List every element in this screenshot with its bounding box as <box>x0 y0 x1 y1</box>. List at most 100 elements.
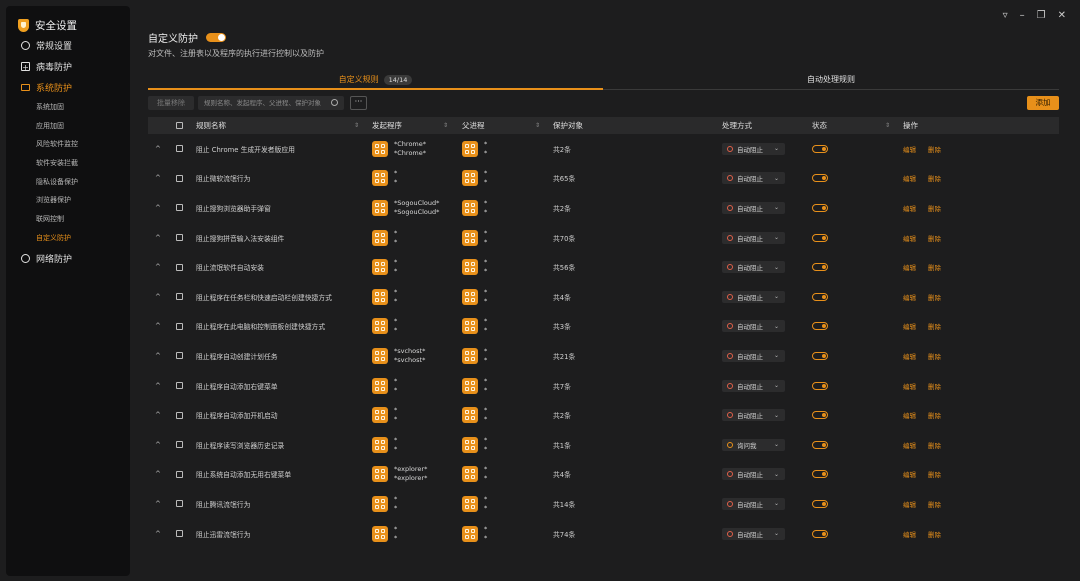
sidebar-subitem[interactable]: 系统加固 <box>6 98 130 117</box>
protection-target[interactable]: 共70条 <box>553 223 575 253</box>
delete-link[interactable]: 删除 <box>928 134 941 164</box>
rule-enable-toggle[interactable] <box>812 322 828 331</box>
edit-link[interactable]: 编辑 <box>903 430 916 460</box>
row-checkbox[interactable] <box>176 430 183 460</box>
tab-custom-rules[interactable]: 自定义规则 14/14 <box>148 72 603 90</box>
protection-target[interactable]: 共65条 <box>553 164 575 194</box>
delete-link[interactable]: 删除 <box>928 252 941 282</box>
row-checkbox[interactable] <box>176 371 183 401</box>
row-checkbox[interactable] <box>176 400 183 430</box>
expand-chevron-icon[interactable]: ^ <box>155 519 161 549</box>
edit-link[interactable]: 编辑 <box>903 519 916 549</box>
sort-icon[interactable]: ⇕ <box>885 117 890 134</box>
protection-target[interactable]: 共14条 <box>553 489 575 519</box>
mode-dropdown[interactable]: 自动阻止 ⌄ <box>722 497 785 510</box>
edit-link[interactable]: 编辑 <box>903 312 916 342</box>
protection-target[interactable]: 共2条 <box>553 134 571 164</box>
expand-chevron-icon[interactable]: ^ <box>155 193 161 223</box>
delete-link[interactable]: 删除 <box>928 460 941 490</box>
sidebar-item[interactable]: + 病毒防护 <box>6 56 130 77</box>
search-input[interactable] <box>204 99 324 107</box>
sidebar-subitem[interactable]: 浏览器保护 <box>6 191 130 210</box>
row-checkbox[interactable] <box>176 282 183 312</box>
sidebar-item[interactable]: 常规设置 <box>6 35 130 56</box>
sidebar-subitem[interactable]: 隐私设备保护 <box>6 173 130 192</box>
rule-enable-toggle[interactable] <box>812 499 828 508</box>
mode-dropdown[interactable]: 自动阻止 ⌄ <box>722 409 785 422</box>
select-all-checkbox[interactable] <box>176 122 183 131</box>
delete-link[interactable]: 删除 <box>928 341 941 371</box>
edit-link[interactable]: 编辑 <box>903 134 916 164</box>
rule-enable-toggle[interactable] <box>812 381 828 390</box>
edit-link[interactable]: 编辑 <box>903 489 916 519</box>
rule-enable-toggle[interactable] <box>812 263 828 272</box>
expand-chevron-icon[interactable]: ^ <box>155 312 161 342</box>
row-checkbox[interactable] <box>176 341 183 371</box>
mode-dropdown[interactable]: 自动阻止 ⌄ <box>722 527 785 540</box>
sidebar-subitem[interactable]: 自定义防护 <box>6 229 130 248</box>
search-icon[interactable] <box>331 99 338 106</box>
edit-link[interactable]: 编辑 <box>903 252 916 282</box>
mode-dropdown[interactable]: 询问我 ⌄ <box>722 438 785 451</box>
edit-link[interactable]: 编辑 <box>903 164 916 194</box>
expand-chevron-icon[interactable]: ^ <box>155 282 161 312</box>
row-checkbox[interactable] <box>176 164 183 194</box>
row-checkbox[interactable] <box>176 489 183 519</box>
protection-target[interactable]: 共4条 <box>553 282 571 312</box>
protection-target[interactable]: 共4条 <box>553 460 571 490</box>
expand-chevron-icon[interactable]: ^ <box>155 134 161 164</box>
row-checkbox[interactable] <box>176 223 183 253</box>
sort-icon[interactable]: ⇕ <box>535 117 540 134</box>
delete-link[interactable]: 删除 <box>928 193 941 223</box>
row-checkbox[interactable] <box>176 134 183 164</box>
expand-chevron-icon[interactable]: ^ <box>155 489 161 519</box>
sidebar-item[interactable]: 系统防护 <box>6 77 130 98</box>
sidebar-subitem[interactable]: 应用加固 <box>6 117 130 136</box>
rule-enable-toggle[interactable] <box>812 351 828 360</box>
rule-enable-toggle[interactable] <box>812 203 828 212</box>
add-button[interactable]: 添加 <box>1027 96 1059 110</box>
delete-link[interactable]: 删除 <box>928 371 941 401</box>
edit-link[interactable]: 编辑 <box>903 223 916 253</box>
expand-chevron-icon[interactable]: ^ <box>155 371 161 401</box>
edit-link[interactable]: 编辑 <box>903 371 916 401</box>
expand-chevron-icon[interactable]: ^ <box>155 341 161 371</box>
mode-dropdown[interactable]: 自动阻止 ⌄ <box>722 231 785 244</box>
rule-enable-toggle[interactable] <box>812 440 828 449</box>
custom-protection-toggle[interactable] <box>206 33 226 42</box>
mode-dropdown[interactable]: 自动阻止 ⌄ <box>722 320 785 333</box>
more-button[interactable]: ··· <box>350 96 367 110</box>
mode-dropdown[interactable]: 自动阻止 ⌄ <box>722 172 785 185</box>
edit-link[interactable]: 编辑 <box>903 341 916 371</box>
protection-target[interactable]: 共3条 <box>553 312 571 342</box>
rule-enable-toggle[interactable] <box>812 470 828 479</box>
row-checkbox[interactable] <box>176 193 183 223</box>
protection-target[interactable]: 共74条 <box>553 519 575 549</box>
tab-auto-rules[interactable]: 自动处理规则 <box>603 72 1059 90</box>
protection-target[interactable]: 共56条 <box>553 252 575 282</box>
protection-target[interactable]: 共2条 <box>553 193 571 223</box>
delete-link[interactable]: 删除 <box>928 282 941 312</box>
edit-link[interactable]: 编辑 <box>903 282 916 312</box>
row-checkbox[interactable] <box>176 252 183 282</box>
delete-link[interactable]: 删除 <box>928 223 941 253</box>
batch-remove-button[interactable]: 批量移除 <box>148 96 194 110</box>
delete-link[interactable]: 删除 <box>928 489 941 519</box>
delete-link[interactable]: 删除 <box>928 312 941 342</box>
expand-chevron-icon[interactable]: ^ <box>155 400 161 430</box>
mode-dropdown[interactable]: 自动阻止 ⌄ <box>722 379 785 392</box>
edit-link[interactable]: 编辑 <box>903 400 916 430</box>
sidebar-subitem[interactable]: 联网控制 <box>6 210 130 229</box>
edit-link[interactable]: 编辑 <box>903 193 916 223</box>
delete-link[interactable]: 删除 <box>928 400 941 430</box>
protection-target[interactable]: 共1条 <box>553 430 571 460</box>
rule-enable-toggle[interactable] <box>812 292 828 301</box>
rule-enable-toggle[interactable] <box>812 144 828 153</box>
protection-target[interactable]: 共2条 <box>553 400 571 430</box>
mode-dropdown[interactable]: 自动阻止 ⌄ <box>722 142 785 155</box>
rule-enable-toggle[interactable] <box>812 529 828 538</box>
expand-chevron-icon[interactable]: ^ <box>155 164 161 194</box>
mode-dropdown[interactable]: 自动阻止 ⌄ <box>722 261 785 274</box>
row-checkbox[interactable] <box>176 519 183 549</box>
row-checkbox[interactable] <box>176 460 183 490</box>
